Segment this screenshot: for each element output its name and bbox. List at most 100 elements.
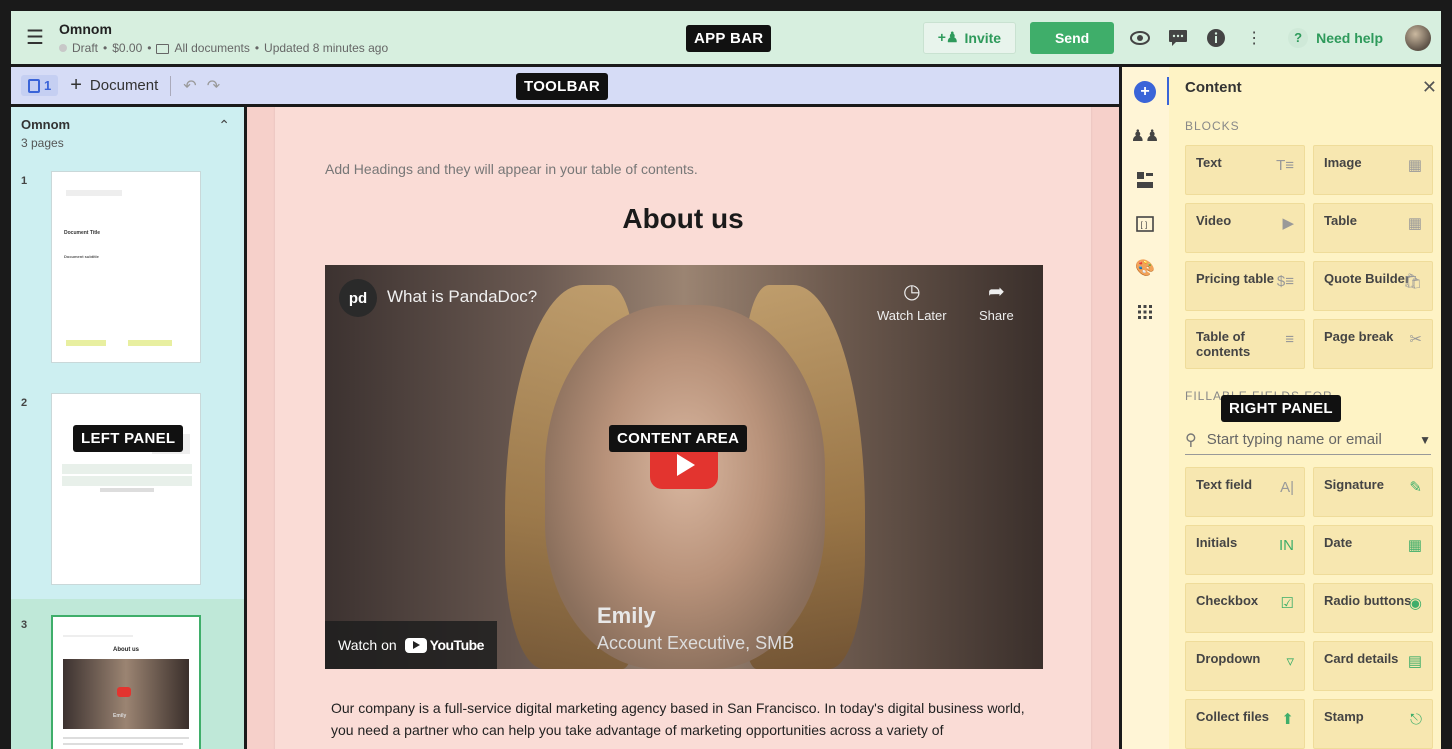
add-document-button[interactable]: + Document xyxy=(70,74,158,97)
help-icon: ? xyxy=(1288,27,1309,48)
checkbox-icon: ☑ xyxy=(1280,595,1294,612)
recipients-icon[interactable]: ♟♟ xyxy=(1131,125,1160,147)
card-icon: ▤ xyxy=(1407,653,1422,670)
channel-logo-icon[interactable]: pd xyxy=(339,279,377,317)
dropdown-icon: ▿ xyxy=(1286,653,1294,670)
share-button[interactable]: ➦ Share xyxy=(979,279,1014,323)
send-button[interactable]: Send xyxy=(1030,21,1115,54)
svg-text:[ ]: [ ] xyxy=(1141,221,1148,230)
watch-later-button[interactable]: ◷ Watch Later xyxy=(877,279,947,323)
palette-icon[interactable]: 🎨 xyxy=(1134,257,1156,279)
toolbar-tag: TOOLBAR xyxy=(516,73,608,100)
folder-link[interactable]: All documents xyxy=(174,41,249,55)
layout-icon[interactable] xyxy=(1134,169,1156,191)
document-meta: Draft • $0.00 • All documents • Updated … xyxy=(59,41,388,55)
caret-down-icon[interactable]: ▼ xyxy=(1419,433,1431,447)
status-label: Draft xyxy=(72,40,99,55)
toolbar-divider xyxy=(170,75,172,96)
field-radio-buttons[interactable]: Radio buttons ◉ xyxy=(1313,583,1433,633)
apps-grid-icon[interactable] xyxy=(1134,301,1156,323)
field-text-field[interactable]: Text field A| xyxy=(1185,467,1305,517)
radio-icon: ◉ xyxy=(1408,595,1422,612)
person-role: Account Executive, SMB xyxy=(597,633,795,653)
right-icon-rail: + ♟♟ [ ] 🎨 xyxy=(1119,67,1169,749)
video-title[interactable]: What is PandaDoc? xyxy=(387,287,537,307)
block-table-of-contents[interactable]: Table of contents ≡ xyxy=(1185,319,1305,369)
video-embed[interactable]: pd What is PandaDoc? ◷ Watch Later ➦ Sha… xyxy=(325,265,1043,669)
comments-icon[interactable] xyxy=(1166,26,1190,50)
pages-toggle-button[interactable]: 1 xyxy=(21,75,59,96)
scissors-icon: ✂ xyxy=(1409,331,1422,348)
toc-icon: ≡ xyxy=(1285,331,1294,348)
page-thumbnail-2[interactable] xyxy=(51,393,201,585)
watch-on-youtube-button[interactable]: Watch on YouTube xyxy=(325,621,497,669)
calendar-icon: ▦ xyxy=(1407,537,1422,554)
field-dropdown[interactable]: Dropdown ▿ xyxy=(1185,641,1305,691)
field-stamp[interactable]: Stamp ⎋ xyxy=(1313,699,1433,749)
search-placeholder: Start typing name or email xyxy=(1206,431,1382,448)
quote-builder-icon: 🛍 xyxy=(1402,273,1422,290)
block-quote-builder[interactable]: Quote Builder 🛍 xyxy=(1313,261,1433,311)
block-table[interactable]: Table ▦ xyxy=(1313,203,1433,253)
toolbar: 1 + Document ↶↷ TOOLBAR xyxy=(11,67,1119,107)
page-thumbnail-1[interactable]: Document Title Document subtitle xyxy=(51,171,201,363)
recipient-search-input[interactable]: ⚲ Start typing name or email ▼ xyxy=(1185,425,1431,455)
app-window: ☰ Omnom Draft • $0.00 • All documents • … xyxy=(8,8,1444,749)
menu-icon[interactable]: ☰ xyxy=(11,11,59,66)
table-icon: ▦ xyxy=(1407,215,1422,232)
initials-icon: IN xyxy=(1279,537,1294,554)
body-paragraph[interactable]: Our company is a full-service digital ma… xyxy=(331,697,1041,741)
search-icon: ⚲ xyxy=(1185,431,1197,449)
thumb-doc-title: Document Title xyxy=(64,230,101,236)
content-area: Add Headings and they will appear in you… xyxy=(247,107,1119,749)
chevron-up-icon[interactable]: ⌃ xyxy=(218,117,230,134)
more-vertical-icon[interactable]: ⋮ xyxy=(1242,26,1266,50)
play-icon xyxy=(677,454,695,476)
block-text[interactable]: Text T≡ xyxy=(1185,145,1305,195)
pricing-icon: $≡ xyxy=(1276,273,1294,290)
app-bar-actions: +♟ Invite Send ⋮ ? Need help xyxy=(922,11,1431,64)
field-signature[interactable]: Signature ✎ xyxy=(1313,467,1433,517)
field-checkbox[interactable]: Checkbox ☑ xyxy=(1185,583,1305,633)
variables-icon[interactable]: [ ] xyxy=(1134,213,1156,235)
field-initials[interactable]: Initials IN xyxy=(1185,525,1305,575)
need-help-button[interactable]: ? Need help xyxy=(1280,27,1391,48)
preview-eye-icon[interactable] xyxy=(1128,26,1152,50)
left-panel-header: Omnom 3 pages ⌃ xyxy=(11,107,244,150)
avatar[interactable] xyxy=(1405,24,1431,51)
video-icon: ▶ xyxy=(1282,215,1294,232)
page-heading[interactable]: About us xyxy=(275,203,1091,235)
thumb-play-icon xyxy=(117,687,131,697)
field-collect-files[interactable]: Collect files ⬆ xyxy=(1185,699,1305,749)
right-panel-tag: RIGHT PANEL xyxy=(1221,395,1341,422)
add-content-icon[interactable]: + xyxy=(1134,81,1156,103)
block-video[interactable]: Video ▶ xyxy=(1185,203,1305,253)
field-card-details[interactable]: Card details ▤ xyxy=(1313,641,1433,691)
blocks-section-label: BLOCKS xyxy=(1185,119,1240,133)
toc-hint: Add Headings and they will appear in you… xyxy=(325,161,698,177)
signature-icon: ✎ xyxy=(1409,479,1422,496)
undo-icon[interactable]: ↶ xyxy=(183,78,206,95)
redo-icon[interactable]: ↷ xyxy=(207,78,230,95)
left-panel: Omnom 3 pages ⌃ 1 Document Title Documen… xyxy=(11,107,247,749)
thumb-video: Emily xyxy=(63,659,189,729)
field-date[interactable]: Date ▦ xyxy=(1313,525,1433,575)
block-page-break[interactable]: Page break ✂ xyxy=(1313,319,1433,369)
block-pricing-table[interactable]: Pricing table $≡ xyxy=(1185,261,1305,311)
info-icon[interactable] xyxy=(1204,26,1228,50)
block-image[interactable]: Image ▦ xyxy=(1313,145,1433,195)
document-title[interactable]: Omnom xyxy=(59,21,388,37)
plus-icon: + xyxy=(70,74,82,96)
page-thumbnail-3[interactable]: About us Emily xyxy=(51,615,201,749)
stamp-icon: ⎋ xyxy=(1410,711,1422,728)
price-value: $0.00 xyxy=(112,40,143,55)
close-icon[interactable]: ✕ xyxy=(1422,77,1437,98)
updated-timestamp: Updated 8 minutes ago xyxy=(264,40,389,55)
page-number: 2 xyxy=(21,397,28,409)
invite-button[interactable]: +♟ Invite xyxy=(922,21,1017,54)
clock-icon: ◷ xyxy=(903,281,921,303)
share-arrow-icon: ➦ xyxy=(987,281,1005,303)
app-bar: ☰ Omnom Draft • $0.00 • All documents • … xyxy=(11,11,1441,67)
content-area-tag: CONTENT AREA xyxy=(609,425,748,452)
page-number: 1 xyxy=(21,175,28,187)
